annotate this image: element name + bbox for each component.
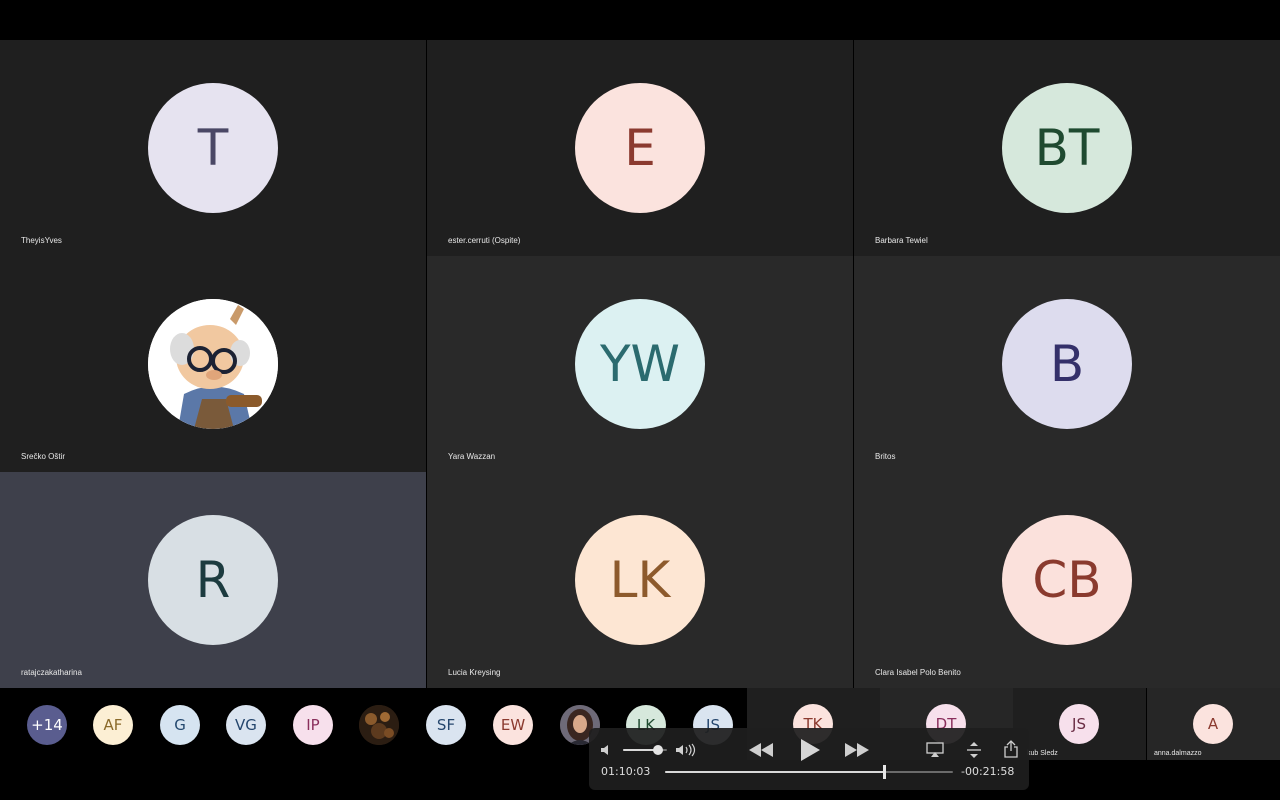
participant-avatar: JS [1059, 704, 1099, 744]
volume-slider-knob[interactable] [653, 745, 664, 755]
participant-tile[interactable]: YW Yara Wazzan [427, 256, 853, 472]
participant-avatar: YW [575, 299, 705, 429]
avatar-initials: VG [235, 716, 257, 734]
participant-avatar: E [575, 83, 705, 213]
participant-tile[interactable]: CB Clara Isabel Polo Benito [854, 472, 1280, 688]
participant-tile[interactable]: LK Lucia Kreysing [427, 472, 853, 688]
volume-mute-icon[interactable] [599, 742, 615, 758]
strip-avatar[interactable]: AF [93, 705, 133, 745]
strip-avatar[interactable]: SF [426, 705, 466, 745]
avatar-initials: LK [609, 551, 671, 609]
participant-name: TheyisYves [21, 236, 62, 245]
avatar-initials: YW [600, 335, 680, 393]
side-participant-tile[interactable]: JS kub Sledz [1013, 688, 1146, 760]
avatar-initials: CB [1032, 551, 1102, 609]
avatar-initials: JS [1072, 715, 1086, 733]
cartoon-professor-icon [148, 299, 278, 429]
strip-avatar[interactable]: VG [226, 705, 266, 745]
media-player-controls: 01:10:03 -00:21:58 [589, 728, 1029, 790]
share-icon[interactable] [1003, 740, 1019, 758]
rewind-icon[interactable] [747, 741, 775, 759]
resize-icon[interactable] [965, 741, 983, 759]
participant-name: ratajczakatharina [21, 668, 82, 677]
participant-name: Barbara Tewiel [875, 236, 928, 245]
participant-tile[interactable]: BT Barbara Tewiel [854, 40, 1280, 256]
participant-name: kub Sledz [1027, 750, 1058, 757]
avatar-initials: R [195, 551, 231, 609]
participant-tile[interactable]: B Britos [854, 256, 1280, 472]
airplay-icon[interactable] [925, 742, 945, 758]
avatar-initials: BT [1034, 119, 1100, 177]
avatar-initials: E [624, 119, 656, 177]
avatar-initials: B [1049, 335, 1085, 393]
fast-forward-icon[interactable] [843, 741, 871, 759]
participant-tile[interactable]: T TheyisYves [0, 40, 426, 256]
progress-fill [665, 771, 884, 773]
photo-avatar-dark[interactable] [359, 705, 399, 745]
top-bar [0, 0, 1280, 40]
participant-name: Lucia Kreysing [448, 668, 501, 677]
participant-tile[interactable]: Srečko Oštir [0, 256, 426, 472]
elapsed-time: 01:10:03 [601, 765, 651, 778]
participant-avatar: BT [1002, 83, 1132, 213]
participant-name: Clara Isabel Polo Benito [875, 668, 961, 677]
avatar-initials: EW [500, 716, 526, 734]
video-grid: T TheyisYves E ester.cerruti (Ospite) BT… [0, 40, 1280, 688]
progress-scrubber[interactable] [882, 765, 886, 779]
participant-avatar: R [148, 515, 278, 645]
volume-max-icon[interactable] [675, 742, 697, 758]
remaining-time: -00:21:58 [961, 765, 1015, 778]
play-icon[interactable] [798, 738, 822, 762]
more-participants-button[interactable]: +14 [27, 705, 67, 745]
participant-tile-active[interactable]: R ratajczakatharina [0, 472, 426, 688]
participant-avatar: CB [1002, 515, 1132, 645]
avatar-initials: T [197, 119, 229, 177]
avatar-initials: +14 [31, 716, 63, 734]
strip-avatar[interactable]: G [160, 705, 200, 745]
participant-avatar: T [148, 83, 278, 213]
photo-avatar-dark-icon [359, 705, 399, 745]
cartoon-professor-avatar [148, 299, 278, 429]
avatar-initials: SF [436, 716, 456, 734]
participant-name: anna.dalmazzo [1154, 750, 1202, 757]
participant-avatar: B [1002, 299, 1132, 429]
strip-avatar[interactable]: IP [293, 705, 333, 745]
avatar-initials: G [174, 716, 186, 734]
participant-tile[interactable]: E ester.cerruti (Ospite) [427, 40, 853, 256]
participant-avatar: LK [575, 515, 705, 645]
participant-name: Britos [875, 452, 896, 461]
avatar-initials: A [1207, 715, 1219, 733]
participant-name: Srečko Oštir [21, 452, 66, 461]
participant-avatar: A [1193, 704, 1233, 744]
strip-avatar[interactable]: EW [493, 705, 533, 745]
participant-name: Yara Wazzan [448, 452, 496, 461]
participant-name: ester.cerruti (Ospite) [448, 236, 521, 245]
avatar-initials: IP [306, 716, 320, 734]
avatar-initials: AF [103, 716, 123, 734]
side-participant-tile[interactable]: A anna.dalmazzo [1147, 688, 1280, 760]
